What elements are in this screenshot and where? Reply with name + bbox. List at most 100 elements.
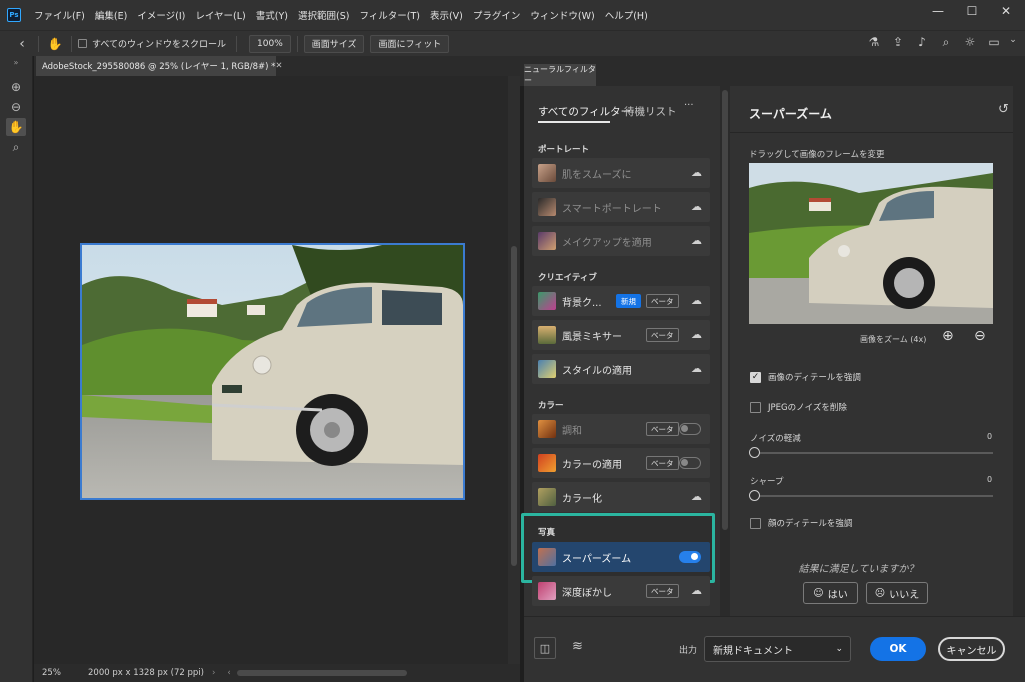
workspace-icon[interactable]: ▭ <box>982 35 1006 50</box>
filter-makeup-transfer[interactable]: メイクアップを適用 ☁ <box>532 226 710 256</box>
output-select[interactable]: 新規ドキュメント ⌄ <box>704 636 851 662</box>
sharpen-slider[interactable] <box>749 490 993 501</box>
menu-help[interactable]: ヘルプ(H) <box>600 8 653 22</box>
zoom-preview[interactable] <box>749 163 993 324</box>
zoom-tool-icon[interactable]: ⌕ <box>6 138 26 156</box>
document-tab[interactable]: AdobeStock_295580086 @ 25% (レイヤー 1, RGB/… <box>36 56 283 76</box>
scroll-all-option[interactable]: すべてのウィンドウをスクロール <box>78 37 226 50</box>
cancel-button[interactable]: キャンセル <box>938 637 1005 661</box>
menu-filter[interactable]: フィルター(T) <box>354 8 425 22</box>
scroll-left-icon[interactable]: ‹ <box>227 668 230 678</box>
feedback-no-button[interactable]: ☹ いいえ <box>866 582 928 604</box>
filter-colorize[interactable]: カラー化 ☁ <box>532 482 710 512</box>
minimize-button[interactable]: — <box>921 0 955 22</box>
zoom-level[interactable]: 25% <box>42 668 82 678</box>
tab-waitlist[interactable]: 待機リスト <box>624 104 677 119</box>
close-button[interactable]: ✕ <box>989 0 1023 22</box>
filter-super-zoom[interactable]: スーパーズーム <box>532 542 710 572</box>
close-tab-icon[interactable]: ✕ <box>275 61 282 71</box>
noise-reduction-label: ノイズの軽減 <box>750 434 801 444</box>
menu-file[interactable]: ファイル(F) <box>29 8 90 22</box>
menu-image[interactable]: イメージ(I) <box>132 8 190 22</box>
filter-harmonization[interactable]: 調和 ベータ <box>532 414 710 444</box>
feedback-yes-button[interactable]: ☺ はい <box>803 582 858 604</box>
horizontal-scrollbar[interactable] <box>236 670 407 676</box>
cloud-download-icon[interactable]: ☁ <box>691 166 702 179</box>
zoom-in-tool-icon[interactable]: ⊕ <box>6 78 26 96</box>
vertical-scrollbar[interactable] <box>508 76 520 664</box>
flask-icon[interactable]: ⚗ <box>862 35 886 50</box>
filter-landscape-mixer[interactable]: 風景ミキサー ベータ ☁ <box>532 320 710 350</box>
menu-edit[interactable]: 編集(E) <box>90 8 132 22</box>
menu-layer[interactable]: レイヤー(L) <box>190 8 250 22</box>
zoom-out-icon[interactable]: ⊖ <box>974 328 986 344</box>
face-detail-checkbox[interactable] <box>750 517 761 529</box>
filter-skin-smoothing[interactable]: 肌をスムーズに ☁ <box>532 158 710 188</box>
enhance-detail-label: 画像のディテールを強調 <box>768 373 861 383</box>
search-icon[interactable]: ⌕ <box>934 35 958 50</box>
slider-knob[interactable] <box>749 490 760 501</box>
zoom-100-button[interactable]: 100% <box>249 34 291 53</box>
back-arrow-icon[interactable]: ‹ <box>12 36 32 52</box>
enhance-detail-checkbox[interactable]: ✓ <box>750 371 761 383</box>
menu-window[interactable]: ウィンドウ(W) <box>525 8 599 22</box>
menu-view[interactable]: 表示(V) <box>425 8 468 22</box>
bell-icon[interactable]: ♪ <box>910 35 934 50</box>
filter-style-transfer[interactable]: スタイルの適用 ☁ <box>532 354 710 384</box>
divider <box>38 35 39 52</box>
maximize-button[interactable]: ☐ <box>955 0 989 22</box>
zoom-in-icon[interactable]: ⊕ <box>942 328 954 344</box>
face-detail-option[interactable]: 顔のディテールを強調 <box>750 517 852 529</box>
super-zoom-thumb <box>538 548 556 566</box>
settings-scrollbar[interactable] <box>1013 86 1025 616</box>
share-icon[interactable]: ⇪ <box>886 35 910 50</box>
menu-plugins[interactable]: プラグイン <box>468 8 526 22</box>
color-transfer-toggle[interactable] <box>679 457 701 469</box>
filter-depth-blur[interactable]: 深度ぼかし ベータ ☁ <box>532 576 710 606</box>
cloud-download-icon[interactable]: ☁ <box>691 490 702 503</box>
enhance-detail-option[interactable]: ✓ 画像のディテールを強調 <box>750 371 861 383</box>
menu-select[interactable]: 選択範囲(S) <box>293 8 354 22</box>
slider-knob[interactable] <box>749 447 760 458</box>
hand-tool-icon[interactable]: ✋ <box>45 37 65 51</box>
tab-all-filters[interactable]: すべてのフィルター <box>538 104 631 119</box>
cloud-download-icon[interactable]: ☁ <box>691 234 702 247</box>
harmonization-thumb <box>538 420 556 438</box>
cloud-download-icon[interactable]: ☁ <box>691 328 702 341</box>
more-menu-icon[interactable]: ··· <box>684 100 694 111</box>
compare-icon[interactable]: ◫ <box>534 637 556 659</box>
cloud-download-icon[interactable]: ☁ <box>691 294 702 307</box>
workspace-chevron-icon[interactable]: ⌄ <box>1006 35 1020 50</box>
collapse-icon[interactable]: » <box>6 56 26 68</box>
fill-screen-button[interactable]: 画面にフィット <box>370 34 450 53</box>
document-title: AdobeStock_295580086 @ 25% (レイヤー 1, RGB/… <box>42 62 276 72</box>
harmonization-toggle[interactable] <box>679 423 701 435</box>
jpeg-noise-checkbox[interactable] <box>750 401 761 413</box>
list-scrollbar-thumb[interactable] <box>722 90 728 530</box>
noise-reduction-slider[interactable] <box>749 447 993 458</box>
layers-icon[interactable]: ≋ <box>572 639 583 654</box>
hand-tool-icon[interactable]: ✋ <box>6 118 26 136</box>
menu-type[interactable]: 書式(Y) <box>251 8 293 22</box>
depth-blur-thumb <box>538 582 556 600</box>
cloud-download-icon[interactable]: ☁ <box>691 200 702 213</box>
reset-icon[interactable]: ↺ <box>998 102 1009 117</box>
zoom-out-tool-icon[interactable]: ⊖ <box>6 98 26 116</box>
divider <box>236 35 238 52</box>
neural-filters-tab[interactable]: ニューラルフィルター <box>524 64 596 86</box>
jpeg-noise-option[interactable]: JPEGのノイズを削除 <box>750 401 847 413</box>
list-scrollbar[interactable] <box>720 86 730 616</box>
status-arrow-icon[interactable]: › <box>212 668 215 678</box>
scroll-all-checkbox[interactable] <box>78 39 87 48</box>
filter-label: 背景ク... <box>562 297 602 309</box>
ok-button[interactable]: OK <box>870 637 926 661</box>
cloud-download-icon[interactable]: ☁ <box>691 362 702 375</box>
cloud-download-icon[interactable]: ☁ <box>691 584 702 597</box>
scrollbar-thumb[interactable] <box>511 246 517 566</box>
filter-color-transfer[interactable]: カラーの適用 ベータ <box>532 448 710 478</box>
filter-background[interactable]: 背景ク... 新規 ベータ ☁ <box>532 286 710 316</box>
filter-smart-portrait[interactable]: スマートポートレート ☁ <box>532 192 710 222</box>
lightbulb-icon[interactable]: ☼ <box>958 35 982 50</box>
fit-screen-button[interactable]: 画面サイズ <box>303 34 365 53</box>
super-zoom-toggle[interactable] <box>679 551 701 563</box>
